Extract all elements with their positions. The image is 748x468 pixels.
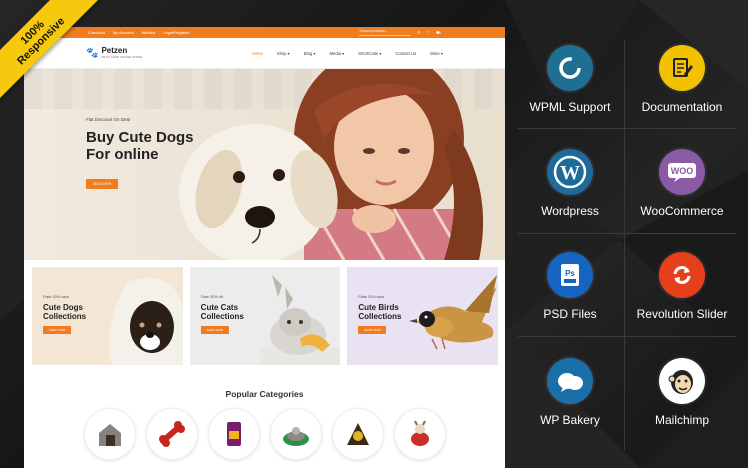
main-nav: 🐾 Petzen PET'S SHOP ONLINE STORE Home Sh… <box>24 38 505 69</box>
feature-wpbakery: WP Bakery <box>515 358 625 427</box>
hero-image <box>179 69 484 260</box>
mailchimp-icon <box>659 358 705 404</box>
feature-label: Wordpress <box>541 204 599 218</box>
logo[interactable]: 🐾 Petzen PET'S SHOP ONLINE STORE <box>86 46 143 60</box>
hero-kicker: Flat Discount On Deal <box>86 117 131 122</box>
svg-text:WOO: WOO <box>671 166 694 176</box>
shop-now-button[interactable]: SHOP NOW <box>200 326 229 334</box>
wpml-icon <box>547 45 593 91</box>
search-input[interactable]: Search products... <box>359 29 412 36</box>
card-kicker: Flate 20% save <box>43 295 70 299</box>
topbar-link-checkout[interactable]: Checkout <box>88 30 105 35</box>
card-kicker: Flate 30% off <box>200 295 223 299</box>
feature-label: WooCommerce <box>640 204 724 218</box>
heart-icon[interactable]: ♡ <box>426 30 430 35</box>
feature-mailchimp: Mailchimp <box>627 358 737 427</box>
category-pet-house[interactable] <box>83 408 136 460</box>
wordpress-icon: W <box>547 149 593 195</box>
toy-icon <box>346 423 369 445</box>
pet-house-icon <box>98 424 121 446</box>
feature-label: Documentation <box>641 100 723 114</box>
psd-icon: Ps <box>547 252 593 298</box>
card-title: Cute Cats Collections <box>200 303 244 321</box>
category-bones[interactable] <box>145 408 198 460</box>
topbar-link-wishlist[interactable]: Wishlist <box>142 30 156 35</box>
bone-icon <box>158 421 185 447</box>
feature-label: WP Bakery <box>540 413 600 427</box>
feature-label: PSD Files <box>543 307 597 321</box>
menu-blog[interactable]: Blog ▾ <box>304 51 316 56</box>
feature-documentation: Documentation <box>627 45 737 114</box>
category-list <box>24 408 505 460</box>
menu-media[interactable]: Media ▾ <box>330 51 345 56</box>
discover-button[interactable]: DISCOVER <box>86 179 118 189</box>
shop-now-button[interactable]: SHOP NOW <box>358 326 387 334</box>
search-icon[interactable]: ⚲ <box>417 30 420 35</box>
menu-contact[interactable]: Contact Us <box>395 51 416 56</box>
hero-headline: Buy Cute Dogs For online <box>86 129 194 163</box>
card-title: Cute Birds Collections <box>358 303 402 321</box>
shop-now-button[interactable]: SHOP NOW <box>43 326 71 334</box>
feature-revolution-slider: Revolution Slider <box>627 252 737 321</box>
card-kicker: Flate 15% save <box>358 295 385 299</box>
feature-label: Revolution Slider <box>636 307 728 321</box>
popular-categories-title: Popular Categories <box>225 389 304 399</box>
cats-collection-card[interactable]: Flate 30% off Cute Cats Collections SHOP… <box>189 267 341 365</box>
dogs-collection-card[interactable]: Flate 20% save Cute Dogs Collections SHO… <box>32 267 183 365</box>
top-bar: Checkout My Account Wishlist Login/Regis… <box>24 27 505 38</box>
pet-bed-icon <box>282 427 309 446</box>
svg-text:W: W <box>560 162 580 184</box>
topbar-link-login[interactable]: Login/Register <box>163 30 189 35</box>
collection-cards: Flate 20% save Cute Dogs Collections SHO… <box>24 260 505 365</box>
feature-wordpress: W Wordpress <box>515 149 625 218</box>
woocommerce-icon: WOO <box>659 149 705 195</box>
documentation-icon <box>659 45 705 91</box>
menu-shortcode[interactable]: ShortCode ▾ <box>358 51 381 56</box>
card-title: Cute Dogs Collections <box>43 303 87 321</box>
brand-tagline: PET'S SHOP ONLINE STORE <box>101 55 143 59</box>
feature-label: Mailchimp <box>654 413 709 427</box>
wpbakery-icon <box>547 358 593 404</box>
brand-name: Petzen <box>101 46 128 55</box>
menu-more[interactable]: More ▾ <box>430 51 443 56</box>
feature-wpml: WPML Support <box>515 45 625 114</box>
menu-home[interactable]: Home <box>252 51 263 56</box>
feature-label: WPML Support <box>529 100 611 114</box>
category-clothing[interactable] <box>393 408 446 460</box>
birds-collection-card[interactable]: Flate 15% save Cute Birds Collections SH… <box>347 267 499 365</box>
cart-icon[interactable]: ⛟ <box>436 30 441 36</box>
feature-psd: Ps PSD Files <box>515 252 625 321</box>
menu-shop[interactable]: Shop ▾ <box>277 51 290 56</box>
hero-banner: Flat Discount On Deal Buy Cute Dogs For … <box>24 69 505 260</box>
category-toys[interactable] <box>331 408 384 460</box>
topbar-link-account[interactable]: My Account <box>113 30 134 35</box>
svg-text:Ps: Ps <box>565 269 575 278</box>
paw-icon: 🐾 <box>86 47 99 59</box>
theme-preview: Checkout My Account Wishlist Login/Regis… <box>24 27 505 468</box>
revolution-slider-icon <box>659 252 705 298</box>
food-bag-icon <box>226 422 241 446</box>
pet-clothing-icon <box>410 420 429 446</box>
category-food[interactable] <box>207 408 260 460</box>
feature-woocommerce: WOO WooCommerce <box>627 149 737 218</box>
category-beds[interactable] <box>269 408 322 460</box>
